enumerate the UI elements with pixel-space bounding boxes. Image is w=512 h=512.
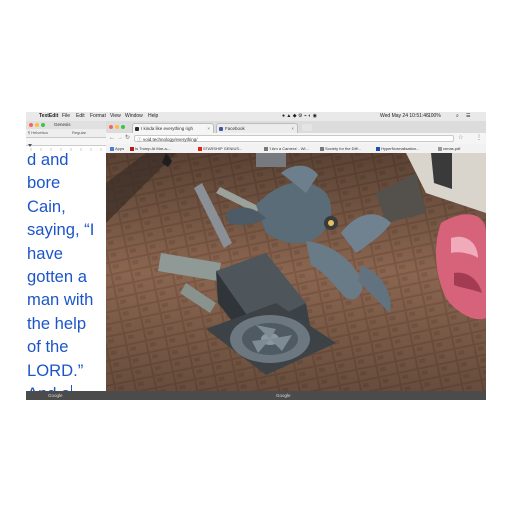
bookmark-label: Apps (115, 146, 125, 151)
bookmark-item[interactable]: Is Trump At Mar-a-... (130, 144, 171, 153)
browser-menu-icon[interactable]: ⋮ (476, 133, 482, 144)
textedit-titlebar[interactable]: Genesis (26, 121, 106, 129)
wikipedia-icon (264, 146, 268, 151)
text-line: bore (27, 173, 61, 193)
minimize-button[interactable] (115, 125, 119, 129)
close-button[interactable] (29, 123, 33, 127)
bookmark-label: HyperNormalisation... (381, 146, 420, 151)
text-line: have (27, 243, 63, 263)
bookmark-label: 'I Am a Camera' - Wi... (269, 146, 309, 151)
browser-window: I kinda like everything righ × Facebook … (106, 121, 486, 391)
reload-icon[interactable]: ↻ (125, 133, 130, 144)
bookmark-label: cenas.pdf (443, 146, 461, 151)
status-icons[interactable]: ● ▲ ◆ ⚙ ⌁ ◐ ◉ (282, 112, 317, 121)
bookmark-label: STARSHIP GENIUS... (203, 146, 243, 151)
menu-edit[interactable]: Edit (76, 112, 85, 121)
text-line: Cain, (27, 196, 66, 216)
app-menu-textedit[interactable]: TextEdit (39, 112, 58, 121)
close-button[interactable] (109, 125, 113, 129)
new-tab-button[interactable] (302, 124, 312, 131)
url-text: void.technology/everything/ (143, 137, 198, 142)
menu-format[interactable]: Format (90, 112, 106, 121)
text-line: gotten a (27, 267, 87, 287)
menu-file[interactable]: File (62, 112, 70, 121)
wikipedia-icon (320, 146, 324, 151)
font-weight-select[interactable]: Regular (72, 129, 86, 137)
bookmark-item[interactable]: STARSHIP GENIUS... (198, 144, 242, 153)
tab-label: Facebook (225, 126, 245, 131)
bookmark-item[interactable]: Society for the Diff... (320, 144, 361, 153)
close-tab-icon[interactable]: × (207, 124, 210, 133)
bookmark-label: Society for the Diff... (325, 146, 361, 151)
apps-grid-icon (110, 146, 114, 151)
bookmark-favicon-icon (130, 146, 134, 151)
zoom-button[interactable] (41, 123, 45, 127)
bookmark-favicon-icon (376, 146, 380, 151)
document-title: Genesis (54, 122, 71, 127)
bookmark-item[interactable]: cenas.pdf (438, 144, 460, 153)
back-icon[interactable]: ← (109, 133, 115, 144)
bookmark-item[interactable]: HyperNormalisation... (376, 144, 419, 153)
paragraph-style-select[interactable]: ¶ Helvetica (28, 129, 48, 137)
bookmark-item[interactable]: 'I Am a Camera' - Wi... (264, 144, 309, 153)
dock-item-google[interactable]: Google (276, 391, 291, 400)
tab-bar: I kinda like everything righ × Facebook … (106, 121, 486, 133)
bookmark-apps[interactable]: Apps (110, 144, 124, 153)
text-line: d and (27, 150, 69, 169)
ruler[interactable] (26, 138, 106, 151)
format-toolbar: ¶ Helvetica Regular (26, 129, 106, 138)
search-icon[interactable]: ⌕ (456, 112, 459, 121)
page-favicon-icon (135, 127, 139, 131)
tab-facebook[interactable]: Facebook × (216, 123, 298, 133)
dock-item-google[interactable]: Google (48, 391, 63, 400)
minimize-button[interactable] (35, 123, 39, 127)
text-line: LORD.” (27, 360, 84, 380)
close-tab-icon[interactable]: × (291, 124, 294, 133)
tab-label: I kinda like everything righ (141, 126, 194, 131)
dock: Google Google (26, 391, 486, 400)
menu-clock[interactable]: Wed May 24 10:51:46 (380, 112, 429, 121)
text-line: man with (27, 290, 94, 310)
forward-icon[interactable]: → (117, 133, 123, 144)
text-line: of the (27, 337, 69, 357)
bookmark-star-icon[interactable]: ☆ (458, 133, 463, 144)
menu-view[interactable]: View (110, 112, 121, 121)
address-bar[interactable]: ⓘ void.technology/everything/ (134, 135, 454, 142)
menu-window[interactable]: Window (125, 112, 143, 121)
document-text[interactable]: d and bore Cain, saying, “I have gotten … (26, 148, 105, 400)
text-line: the help (27, 313, 87, 333)
battery-status[interactable]: 100% (428, 112, 441, 121)
textedit-window: Genesis ¶ Helvetica Regular d and bore C… (26, 121, 107, 400)
pdf-icon (438, 146, 442, 151)
desktop-screenshot: TextEdit File Edit Format View Window He… (26, 112, 486, 400)
menu-icon[interactable]: ☰ (466, 112, 470, 121)
info-icon[interactable]: ⓘ (137, 136, 142, 143)
text-line: saying, “I (27, 220, 95, 240)
bookmark-label: Is Trump At Mar-a-... (135, 146, 172, 151)
zoom-button[interactable] (121, 125, 125, 129)
facebook-icon (219, 127, 223, 131)
youtube-icon (198, 146, 202, 151)
menu-help[interactable]: Help (148, 112, 158, 121)
webgl-scene[interactable] (106, 153, 486, 391)
scene-render (106, 153, 486, 391)
tab-everything[interactable]: I kinda like everything righ × (132, 123, 214, 133)
